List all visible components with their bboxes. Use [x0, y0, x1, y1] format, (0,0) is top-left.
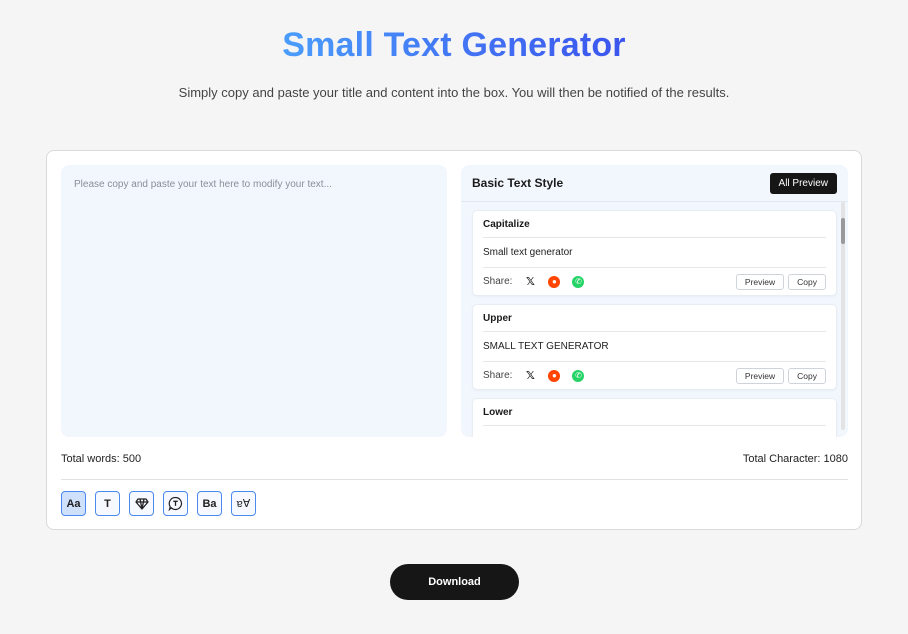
share-label: Share:	[483, 370, 513, 381]
style-list: Capitalize Small text generator Share: 𝕏…	[472, 210, 837, 437]
flip-text-icon[interactable]: ɐ∀	[231, 491, 256, 516]
share-row: Share: 𝕏 ● ✆ Preview Copy	[483, 362, 826, 389]
style-name: Capitalize	[483, 211, 826, 238]
text-icon[interactable]: T	[95, 491, 120, 516]
share-row: Share: 𝕏 ● ✆ Preview Copy	[483, 268, 826, 295]
diamond-icon[interactable]	[129, 491, 154, 516]
speech-bubble-svg	[168, 496, 183, 511]
style-output: SMALL TEXT GENERATOR	[483, 332, 826, 362]
divider	[61, 479, 848, 480]
copy-button[interactable]: Copy	[788, 273, 826, 290]
preview-button[interactable]: Preview	[735, 273, 785, 290]
styles-panel: Basic Text Style All Preview Capitalize …	[461, 165, 848, 437]
page-title: Small Text Generator	[0, 26, 908, 65]
styles-panel-title: Basic Text Style	[472, 176, 564, 190]
all-preview-button[interactable]: All Preview	[769, 172, 837, 194]
x-icon[interactable]: 𝕏	[524, 276, 536, 288]
reddit-icon[interactable]: ●	[548, 275, 561, 288]
bold-icon[interactable]: Ba	[197, 491, 222, 516]
style-card-capitalize: Capitalize Small text generator Share: 𝕏…	[472, 210, 837, 296]
styles-panel-header: Basic Text Style All Preview	[461, 165, 848, 202]
whatsapp-icon[interactable]: ✆	[572, 369, 585, 382]
x-icon[interactable]: 𝕏	[524, 370, 536, 382]
page-subtitle: Simply copy and paste your title and con…	[178, 85, 730, 100]
style-name: Lower	[483, 399, 826, 426]
whatsapp-icon[interactable]: ✆	[572, 275, 585, 288]
generator-card: Basic Text Style All Preview Capitalize …	[46, 150, 862, 530]
style-output: Small text generator	[483, 238, 826, 268]
style-toolbar: Aa T Ba ɐ∀	[61, 491, 256, 516]
style-name: Upper	[483, 305, 826, 332]
scrollbar-thumb[interactable]	[841, 218, 845, 244]
style-card-lower: Lower	[472, 398, 837, 437]
reddit-icon[interactable]: ●	[548, 369, 561, 382]
font-style-icon[interactable]: Aa	[61, 491, 86, 516]
style-output	[483, 426, 826, 437]
share-label: Share:	[483, 276, 513, 287]
page-title-text: Small Text Generator	[282, 26, 626, 64]
total-words: Total words: 500	[61, 453, 142, 465]
diamond-svg	[134, 497, 149, 510]
download-button[interactable]: Download	[390, 564, 519, 600]
speech-bubble-text-icon[interactable]	[163, 491, 188, 516]
copy-button[interactable]: Copy	[788, 367, 826, 384]
stats-row: Total words: 500 Total Character: 1080	[61, 453, 848, 465]
styles-scrollbar[interactable]	[841, 202, 845, 430]
text-input[interactable]	[61, 165, 447, 437]
total-characters: Total Character: 1080	[742, 453, 848, 465]
style-card-upper: Upper SMALL TEXT GENERATOR Share: 𝕏 ● ✆ …	[472, 304, 837, 390]
preview-button[interactable]: Preview	[735, 367, 785, 384]
